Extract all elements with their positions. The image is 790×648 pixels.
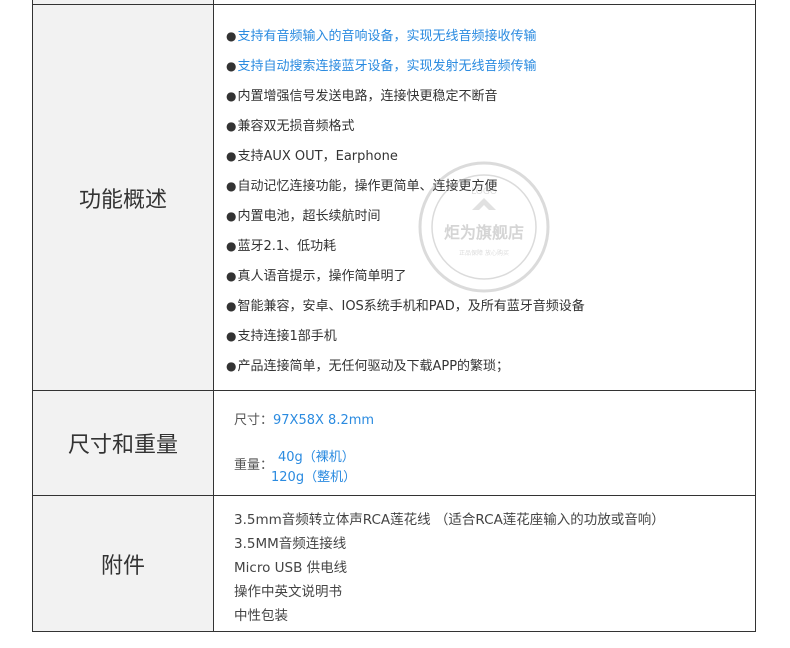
- features-label: 功能概述: [33, 5, 214, 390]
- bullet-icon: ●: [226, 89, 237, 103]
- spec-table: 功能概述 ●支持有音频输入的音响设备，实现无线音频接收传输 ●支持自动搜索连接蓝牙…: [32, 0, 756, 632]
- feature-item: ●内置电池，超长续航时间: [226, 205, 381, 224]
- bullet-icon: ●: [226, 59, 237, 73]
- feature-item: ●真人语音提示，操作简单明了: [226, 265, 407, 284]
- feature-item: ●智能兼容，安卓、IOS系统手机和PAD，及所有蓝牙音频设备: [226, 295, 585, 314]
- features-row: 功能概述 ●支持有音频输入的音响设备，实现无线音频接收传输 ●支持自动搜索连接蓝牙…: [33, 5, 755, 391]
- bullet-icon: ●: [226, 29, 237, 43]
- svg-text:炬为旗舰店: 炬为旗舰店: [444, 223, 524, 242]
- feature-text: 内置电池，超长续航时间: [237, 209, 381, 224]
- feature-text: 兼容双无损音频格式: [237, 119, 355, 134]
- feature-item: ●蓝牙2.1、低功耗: [226, 235, 336, 254]
- bullet-icon: ●: [226, 179, 237, 193]
- feature-item: ●支持自动搜索连接蓝牙设备，实现发射无线音频传输: [226, 55, 537, 74]
- accessory-item: Micro USB 供电线: [234, 560, 348, 576]
- feature-text: 支持AUX OUT，Earphone: [237, 149, 398, 164]
- svg-text:LOGO: LOGO: [471, 187, 497, 197]
- feature-item: ●产品连接简单，无任何驱动及下载APP的繁琐；: [226, 355, 509, 374]
- bullet-icon: ●: [226, 329, 237, 343]
- bullet-icon: ●: [226, 119, 237, 133]
- top-row-label-cell: [33, 0, 214, 4]
- accessories-row: 附件 3.5mm音频转立体声RCA莲花线 （适合RCA莲花座输入的功放或音响） 3…: [33, 496, 755, 632]
- feature-item: ●支持有音频输入的音响设备，实现无线音频接收传输: [226, 25, 537, 44]
- svg-text:正品保障 放心购买: 正品保障 放心购买: [459, 249, 509, 257]
- size-weight-content: 尺寸：97X58X 8.2mm 重量： 40g（裸机） 120g（整机）: [214, 391, 755, 495]
- accessories-content: 3.5mm音频转立体声RCA莲花线 （适合RCA莲花座输入的功放或音响） 3.5M…: [214, 496, 755, 631]
- dimension-label: 尺寸：: [234, 413, 274, 428]
- feature-item: ●内置增强信号发送电路，连接快更稳定不断音: [226, 85, 498, 104]
- bullet-icon: ●: [226, 209, 237, 223]
- accessories-label: 附件: [33, 496, 214, 631]
- feature-text: 产品连接简单，无任何驱动及下载APP的繁琐；: [237, 359, 510, 374]
- feature-text: 蓝牙2.1、低功耗: [237, 239, 337, 254]
- dimension-value: 97X58X 8.2mm: [273, 413, 375, 428]
- dimension-line: 尺寸：97X58X 8.2mm: [234, 409, 374, 428]
- store-watermark-seal: LOGO 炬为旗舰店 正品保障 放心购买: [418, 161, 550, 293]
- accessory-item: 3.5MM音频连接线: [234, 536, 347, 552]
- accessory-item: 操作中英文说明书: [234, 584, 342, 600]
- size-weight-label: 尺寸和重量: [33, 391, 214, 495]
- feature-item: ●支持AUX OUT，Earphone: [226, 145, 398, 164]
- bullet-icon: ●: [226, 299, 237, 313]
- weight-label: 重量：: [234, 458, 274, 473]
- feature-text: 内置增强信号发送电路，连接快更稳定不断音: [237, 89, 498, 104]
- size-weight-row: 尺寸和重量 尺寸：97X58X 8.2mm 重量： 40g（裸机） 120g（整…: [33, 391, 755, 496]
- bullet-icon: ●: [226, 149, 237, 163]
- feature-text: 真人语音提示，操作简单明了: [237, 269, 407, 284]
- weight-full-value: 120g（整机）: [271, 470, 357, 485]
- bullet-icon: ●: [226, 239, 237, 253]
- accessory-item: 中性包装: [234, 608, 288, 624]
- feature-text: 支持自动搜索连接蓝牙设备，实现发射无线音频传输: [237, 59, 537, 74]
- feature-text: 支持有音频输入的音响设备，实现无线音频接收传输: [237, 29, 537, 44]
- feature-item: ●兼容双无损音频格式: [226, 115, 355, 134]
- bullet-icon: ●: [226, 359, 237, 373]
- feature-item: ●支持连接1部手机: [226, 325, 337, 344]
- feature-text: 智能兼容，安卓、IOS系统手机和PAD，及所有蓝牙音频设备: [237, 299, 585, 314]
- bullet-icon: ●: [226, 269, 237, 283]
- weight-bare-value: 40g（裸机）: [278, 450, 355, 465]
- feature-text: 支持连接1部手机: [237, 329, 337, 344]
- accessory-item: 3.5mm音频转立体声RCA莲花线 （适合RCA莲花座输入的功放或音响）: [234, 512, 665, 528]
